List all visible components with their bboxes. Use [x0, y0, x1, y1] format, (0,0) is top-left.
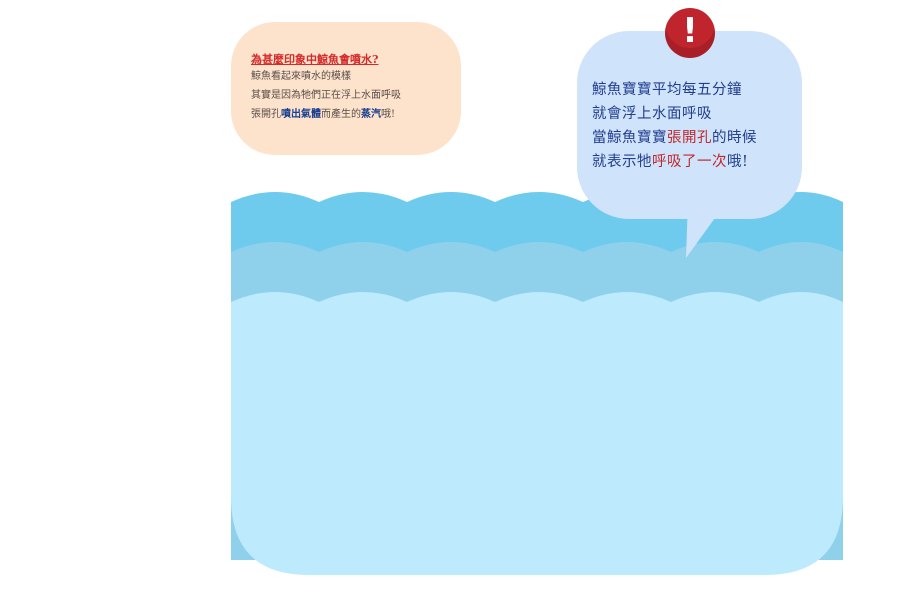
right-line3-red: 張開孔: [667, 130, 712, 146]
left-bubble-title: 為甚麼印象中鯨魚會噴水?: [251, 53, 379, 66]
left-line3-post: 哦!: [381, 109, 396, 120]
speech-bubble-right: 鯨魚寶寶平均每五分鐘 就會浮上水面呼吸 當鯨魚寶寶張開孔的時候 就表示牠呼吸了一…: [577, 31, 802, 219]
exclamation-mark: !: [682, 11, 698, 51]
left-line3-highlight-2: 蒸汽: [361, 109, 381, 120]
right-line4-post: 哦!: [727, 154, 749, 170]
exclamation-alert-icon: !: [665, 8, 715, 58]
water-body: [231, 292, 843, 575]
right-bubble-line-3: 當鯨魚寶寶張開孔的時候: [592, 126, 802, 150]
right-line3-pre: 當鯨魚寶寶: [592, 130, 667, 146]
right-bubble-line-2: 就會浮上水面呼吸: [592, 106, 712, 122]
left-bubble-line-3: 張開孔噴出氣體而產生的蒸汽哦!: [251, 105, 451, 124]
right-line4-pre: 就表示牠: [592, 154, 652, 170]
right-line4-red: 呼吸了一次: [652, 154, 727, 170]
info-bubble-left: 為甚麼印象中鯨魚會噴水? 鯨魚看起來噴水的模樣 其實是因為牠們正在浮上水面呼吸 …: [231, 22, 461, 155]
right-line3-post: 的時候: [712, 130, 757, 146]
left-bubble-line-2: 其實是因為牠們正在浮上水面呼吸: [251, 90, 401, 101]
left-line3-mid: 而產生的: [321, 109, 361, 120]
left-line3-highlight-1: 噴出氣體: [281, 109, 321, 120]
right-bubble-line-4: 就表示牠呼吸了一次哦!: [592, 150, 802, 174]
left-line3-pre: 張開孔: [251, 109, 281, 120]
left-bubble-line-1: 鯨魚看起來噴水的模樣: [251, 71, 351, 82]
right-bubble-line-1: 鯨魚寶寶平均每五分鐘: [592, 82, 742, 98]
